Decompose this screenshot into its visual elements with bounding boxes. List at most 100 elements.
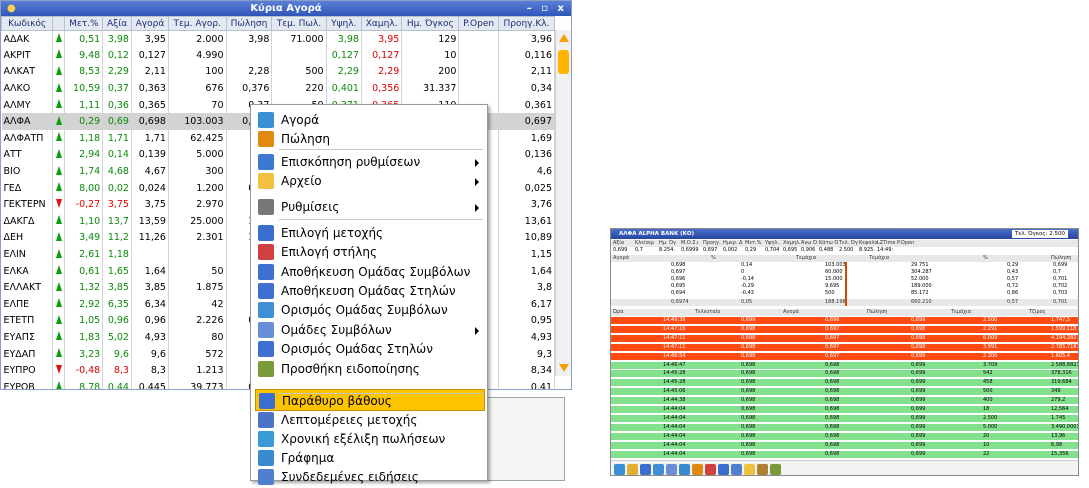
window-menu-icon[interactable]: ● [7, 1, 16, 16]
table-cell: 3,98 [102, 30, 132, 48]
menu-item-label: Επιλογή μετοχής [281, 226, 384, 241]
cell: 0,699 [911, 450, 926, 457]
table-cell: 71.000 [271, 30, 327, 48]
symbol-cell: ΑΛΦΑΤΠ [1, 130, 54, 147]
column-header[interactable]: Τεμ. Αγορ. [167, 16, 227, 31]
menu-item-add-alert[interactable]: Προσθήκη ειδοποίησης [251, 358, 487, 380]
table-cell: 4,67 [131, 163, 169, 180]
table-cell: 0,376 [226, 80, 273, 97]
search-icon[interactable] [666, 464, 677, 475]
scroll-thumb[interactable] [558, 50, 569, 74]
symbol-cell: ΕΥΠΡΟ [1, 362, 54, 379]
cell: 0,697 [671, 269, 686, 275]
refresh-icon[interactable] [679, 464, 690, 475]
select-stock-icon [258, 225, 274, 242]
table-icon[interactable] [653, 464, 664, 475]
bell-icon[interactable] [718, 464, 729, 475]
column-header[interactable]: Αξία [102, 16, 132, 31]
column-header[interactable]: Υψηλ. [325, 16, 362, 31]
table-cell: 676 [168, 80, 227, 97]
cell: 0,698 [741, 388, 756, 395]
cell: 2.500 [839, 247, 854, 253]
menu-item-label: Επισκόπηση ρυθμίσεων [281, 154, 421, 169]
book-header-row: Αγορά% Τεμάχια Τεμάχια% Πώληση [611, 255, 1078, 262]
cell: 18 [983, 406, 990, 412]
table-cell: 0,127 [326, 47, 362, 64]
cell: 0,698 [741, 432, 756, 439]
table-cell [458, 80, 499, 97]
table-cell: 0,356 [361, 80, 403, 97]
menu-item-folder[interactable]: Αρχείο [251, 170, 487, 192]
cell: 0,29 [745, 247, 757, 253]
table-row[interactable]: ΑΔΑΚ 0,51 3,98 3,95 2.000 3,98 71.000 3,98 3,95 1… [1, 30, 556, 48]
menu-item-label: Λεπτομέρειες μετοχής [281, 412, 418, 427]
menu-item-select-column[interactable]: Επιλογή στήλης [251, 241, 487, 263]
bank-icon[interactable] [757, 464, 768, 475]
table-cell: 500 [271, 63, 327, 81]
cell: Τεμάχια [951, 309, 972, 315]
table-cell: 2,29 [102, 63, 132, 81]
table-cell: 0,37 [102, 80, 132, 97]
window-controls[interactable]: – ▫ x [527, 1, 567, 16]
table-row[interactable]: ΑΚΡΙΤ 9,48 0,12 0,127 4.990 0,127 0,127 10 0,116 [1, 47, 556, 64]
table-cell [52, 213, 66, 230]
menu-item-label: Ρυθμίσεις [281, 199, 340, 214]
column-header[interactable]: Κωδικός [1, 16, 54, 31]
table-cell: 2.970 [168, 196, 227, 214]
book-icon[interactable] [627, 464, 638, 475]
menu-item-sell[interactable]: Πώληση [251, 128, 487, 150]
table-cell: 0,024 [131, 179, 169, 197]
export-icon[interactable] [770, 464, 781, 475]
table-cell: 6,35 [102, 296, 132, 313]
main-market-titlebar[interactable]: ● Κύρια Αγορά – ▫ x [1, 1, 571, 16]
menu-item-define-columns[interactable]: Ορισμός Ομάδας Στηλών [251, 338, 487, 360]
window-icon[interactable] [692, 464, 703, 475]
menu-item-tools[interactable]: Ρυθμίσεις [251, 196, 487, 218]
column-header[interactable]: Χαμηλ. [360, 16, 403, 31]
sheet-icon[interactable] [640, 464, 651, 475]
table-cell: 3,85 [102, 279, 132, 296]
cell: 10 [983, 441, 990, 448]
table-cell: 8,3 [102, 362, 132, 379]
vertical-scrollbar[interactable] [555, 30, 571, 376]
cell: 0,698 [741, 370, 756, 377]
column-header[interactable]: Πώληση [225, 16, 273, 31]
scroll-down-arrow-icon[interactable] [559, 364, 569, 372]
column-header[interactable]: P.Open [458, 16, 499, 31]
trade-row: 14:44:04 0,698 0,698 0,699 10 6,98 [611, 441, 1078, 449]
note-icon[interactable] [731, 464, 742, 475]
column-header[interactable]: Τεμ. Πωλ. [271, 16, 327, 31]
cell: 8.254. [659, 247, 675, 253]
submenu-arrow-icon [475, 203, 479, 212]
symbol-cell: ΕΛΚΑ [1, 262, 54, 280]
background-window-fragment [477, 397, 565, 481]
table-row[interactable]: ΑΛΚΟ 10,59 0,37 0,363 676 0,376 220 0,401 0,356 3… [1, 80, 556, 97]
group-icon[interactable] [705, 464, 716, 475]
column-header[interactable]: Μετ.% [64, 16, 104, 31]
table-cell: 4,93 [498, 329, 556, 346]
column-header[interactable]: Αγορά [130, 16, 169, 31]
save-symbols-icon [258, 263, 274, 280]
cell: 15,356 [1051, 450, 1069, 457]
folder-icon [258, 172, 274, 189]
chart-icon[interactable] [614, 464, 625, 475]
column-header[interactable]: Προηγ.Κλ. [497, 16, 556, 31]
scroll-up-arrow-icon[interactable] [559, 34, 569, 42]
table-cell: 572 [168, 345, 227, 363]
cell: 0,698 [911, 325, 926, 332]
menu-item-news[interactable]: Συνδεδεμένες ειδήσεις [251, 466, 487, 488]
symbol-cell: ΕΛΠΕ [1, 296, 54, 313]
cell: Μ.Ο.Σ.ι [681, 240, 699, 246]
column-header[interactable] [52, 16, 66, 31]
cell: 0,697 [825, 325, 840, 332]
menu-item-define-symbols[interactable]: Ορισμός Ομάδας Συμβόλων [251, 299, 487, 321]
column-header[interactable]: Ημ. Όγκος [401, 16, 460, 31]
cell: 0,698 [741, 450, 756, 457]
table-row[interactable]: ΑΛΚΑΤ 8,53 2,29 2,11 100 2,28 500 2,29 2,29 200 2,… [1, 63, 556, 81]
cell: 14:44:04 [663, 450, 686, 457]
star-icon[interactable] [744, 464, 755, 475]
cell: 0,699 [911, 423, 926, 430]
depth-window-titlebar[interactable]: ΑΛΦΑ ALPHA BANK (ΚΟ) Τελ. Όγκος: 2.500 [611, 229, 1078, 239]
symbol-cell: ΔΑΚΓΔ [1, 213, 54, 230]
menu-item-depth-window[interactable]: Παράθυρο βάθους [255, 388, 485, 411]
